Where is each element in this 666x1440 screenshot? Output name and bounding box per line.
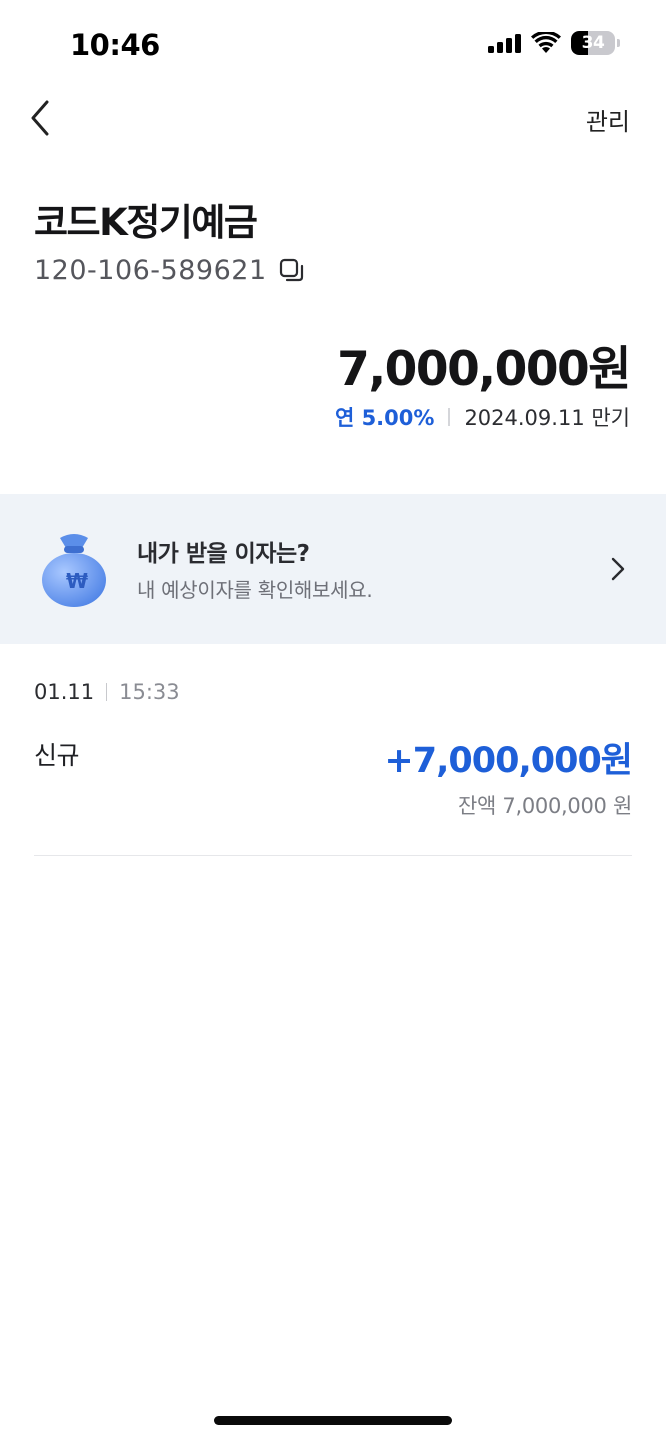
transaction-type: 신규 xyxy=(34,741,80,770)
transaction-item[interactable]: 01.11 15:33 신규 +7,000,000원 잔액 7,000,000 … xyxy=(34,680,633,856)
account-number: 120-106-589621 xyxy=(34,255,267,286)
account-number-row: 120-106-589621 xyxy=(34,255,305,286)
battery-icon: 34 xyxy=(571,31,615,55)
maturity-date: 2024.09.11 만기 xyxy=(464,406,630,430)
account-balance: 7,000,000원 xyxy=(337,342,631,397)
interest-rate: 연 5.00% xyxy=(334,406,435,430)
wifi-icon xyxy=(531,32,561,53)
banner-subtitle: 내 예상이자를 확인해보세요. xyxy=(137,578,373,602)
account-title: 코드K정기예금 xyxy=(34,201,258,244)
home-indicator[interactable] xyxy=(214,1416,452,1425)
banner-title: 내가 받을 이자는? xyxy=(137,541,310,567)
transaction-amount: +7,000,000원 xyxy=(384,741,633,781)
nav-bar: 관리 xyxy=(0,90,666,150)
divider xyxy=(106,683,108,701)
divider xyxy=(448,408,451,426)
svg-text:₩: ₩ xyxy=(66,569,88,593)
interest-preview-banner[interactable]: ₩ 내가 받을 이자는? 내 예상이자를 확인해보세요. xyxy=(0,494,666,644)
divider xyxy=(34,855,632,856)
transaction-time: 15:33 xyxy=(119,680,180,704)
manage-button[interactable]: 관리 xyxy=(586,102,630,137)
status-icons: 34 xyxy=(488,31,620,55)
money-bag-icon: ₩ xyxy=(42,534,106,607)
cellular-signal-icon xyxy=(488,33,521,53)
transaction-datetime: 01.11 15:33 xyxy=(34,680,632,704)
chevron-left-icon xyxy=(31,100,49,136)
battery-level: 34 xyxy=(581,33,605,53)
rate-maturity-row: 연 5.00% 2024.09.11 만기 xyxy=(335,402,630,432)
status-time: 10:46 xyxy=(70,28,160,62)
back-button[interactable] xyxy=(26,98,56,138)
status-bar: 10:46 34 xyxy=(0,0,666,90)
chevron-right-icon xyxy=(611,557,625,581)
transaction-balance: 잔액 7,000,000 원 xyxy=(458,794,632,818)
transaction-date: 01.11 xyxy=(34,680,95,704)
copy-icon[interactable] xyxy=(279,258,305,284)
